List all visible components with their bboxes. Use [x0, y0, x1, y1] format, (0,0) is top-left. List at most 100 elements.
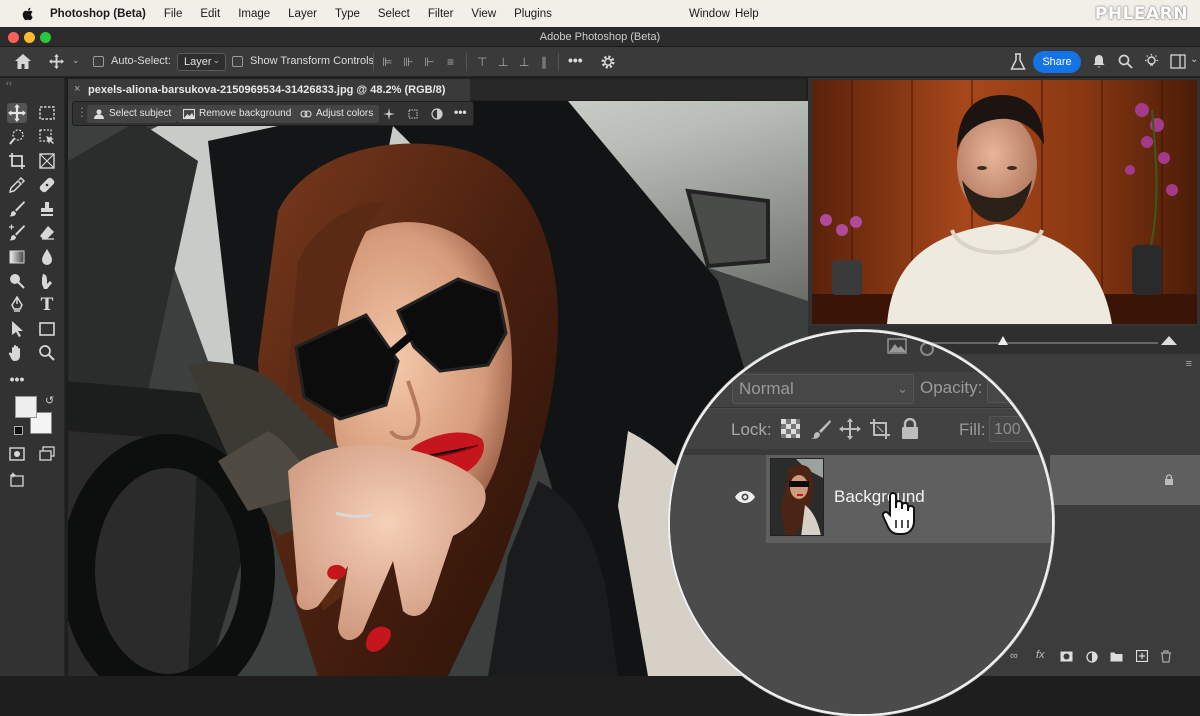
- image-icon: [183, 108, 195, 120]
- default-colors-icon[interactable]: [14, 426, 23, 435]
- close-tab-icon[interactable]: ×: [74, 83, 80, 95]
- workspace-icon[interactable]: [1170, 54, 1186, 69]
- rectangle-tool-icon[interactable]: [37, 319, 57, 339]
- distribute-horizontal-icon[interactable]: ≡: [447, 56, 459, 68]
- select-subject-button[interactable]: Select subject: [87, 105, 178, 123]
- collapse-panel-icon[interactable]: ‹‹: [6, 78, 12, 88]
- gear-icon[interactable]: [600, 54, 616, 70]
- path-selection-tool-icon[interactable]: [7, 319, 27, 339]
- healing-brush-tool-icon[interactable]: [37, 175, 57, 195]
- mask-icon[interactable]: [431, 108, 443, 120]
- trash-icon[interactable]: [1160, 650, 1172, 663]
- quick-selection-tool-icon[interactable]: [7, 127, 27, 147]
- workspace-chevron-icon[interactable]: ⌄: [1190, 54, 1198, 65]
- menu-plugins[interactable]: Plugins: [514, 8, 552, 20]
- hand-cursor-icon: [881, 492, 915, 535]
- blur-tool-icon[interactable]: [37, 247, 57, 267]
- menu-image[interactable]: Image: [238, 8, 270, 20]
- apple-icon[interactable]: [20, 6, 36, 22]
- lock-label: Lock:: [731, 420, 772, 439]
- lock-position-icon[interactable]: [839, 418, 861, 440]
- search-icon[interactable]: [1118, 54, 1133, 69]
- align-left-icon[interactable]: ⊫: [382, 56, 394, 68]
- new-layer-icon[interactable]: [1136, 650, 1148, 662]
- auto-select-checkbox[interactable]: [93, 56, 104, 67]
- menu-app-name[interactable]: Photoshop (Beta): [50, 8, 146, 20]
- menu-view[interactable]: View: [471, 8, 496, 20]
- adjust-colors-button[interactable]: Adjust colors: [294, 105, 380, 123]
- hand-tool-icon[interactable]: [7, 343, 27, 363]
- auto-select-dropdown[interactable]: Layer ⌄: [177, 53, 226, 71]
- home-icon[interactable]: [14, 53, 32, 70]
- menu-filter[interactable]: Filter: [428, 8, 454, 20]
- align-right-icon[interactable]: ⊩: [424, 56, 436, 68]
- panel-menu-icon[interactable]: ≡: [1186, 358, 1192, 370]
- menu-help[interactable]: Help: [735, 8, 759, 20]
- flask-icon[interactable]: [1010, 53, 1026, 71]
- menu-type[interactable]: Type: [335, 8, 360, 20]
- remove-background-button[interactable]: Remove background: [177, 105, 298, 123]
- folder-icon[interactable]: [1110, 651, 1123, 662]
- contextual-task-bar: ⋮ Select subject Remove background Adjus…: [72, 101, 474, 126]
- foreground-color-swatch-front[interactable]: [15, 396, 37, 418]
- swap-colors-icon[interactable]: ↺: [45, 394, 54, 407]
- transform-icon[interactable]: [407, 108, 419, 120]
- screen-mode-icon[interactable]: [37, 444, 57, 464]
- fill-input[interactable]: 100: [989, 416, 1049, 442]
- more-options-icon[interactable]: •••: [568, 52, 583, 68]
- lock-all-icon[interactable]: [901, 418, 919, 439]
- move-tool-icon[interactable]: [7, 103, 27, 123]
- menu-window[interactable]: Window: [689, 8, 730, 20]
- edit-toolbar-icon[interactable]: •••: [7, 369, 27, 389]
- lightbulb-icon[interactable]: [1143, 53, 1160, 70]
- options-bar: ⌄ Auto-Select: Layer ⌄ Show Transform Con…: [0, 47, 1200, 77]
- blend-mode-dropdown[interactable]: Normal ⌄: [732, 374, 914, 404]
- dodge-tool-icon[interactable]: [7, 271, 27, 291]
- eyedropper-tool-icon[interactable]: [7, 175, 27, 195]
- layer-row-extension[interactable]: [1050, 455, 1200, 505]
- zoom-in-image-icon[interactable]: [1160, 332, 1178, 346]
- document-tab[interactable]: × pexels-aliona-barsukova-2150969534-314…: [68, 79, 470, 101]
- generative-tool-icon[interactable]: [7, 470, 27, 490]
- more-options-icon[interactable]: •••: [454, 105, 467, 119]
- align-bottom-icon[interactable]: ⊥: [519, 56, 531, 68]
- brush-tool-icon[interactable]: [7, 199, 27, 219]
- distribute-vertical-icon[interactable]: ∥: [541, 56, 553, 68]
- crop-tool-icon[interactable]: [7, 151, 27, 171]
- divider: [466, 53, 467, 71]
- zoom-tool-icon[interactable]: [37, 343, 57, 363]
- history-brush-tool-icon[interactable]: [7, 223, 27, 243]
- lock-transparent-pixels-icon[interactable]: [781, 419, 800, 438]
- type-tool-icon[interactable]: T: [37, 295, 57, 315]
- menu-edit[interactable]: Edit: [200, 8, 220, 20]
- eraser-tool-icon[interactable]: [37, 223, 57, 243]
- smudge-tool-icon[interactable]: [37, 271, 57, 291]
- adjustment-layer-icon[interactable]: [1086, 651, 1098, 663]
- marquee-tool-icon[interactable]: [37, 103, 57, 123]
- share-button[interactable]: Share: [1033, 51, 1081, 73]
- pen-tool-icon[interactable]: [7, 295, 27, 315]
- object-selection-tool-icon[interactable]: [37, 127, 57, 147]
- lock-image-pixels-icon[interactable]: [810, 418, 832, 440]
- sparkle-icon[interactable]: [383, 108, 395, 120]
- menu-select[interactable]: Select: [378, 8, 410, 20]
- align-top-icon[interactable]: ⊤: [477, 56, 489, 68]
- add-mask-icon[interactable]: [1060, 651, 1073, 662]
- instructor-video-frame: [812, 80, 1197, 324]
- menu-layer[interactable]: Layer: [288, 8, 317, 20]
- frame-tool-icon[interactable]: [37, 151, 57, 171]
- menu-file[interactable]: File: [164, 8, 183, 20]
- auto-select-label: Auto-Select:: [111, 55, 171, 67]
- lock-artboard-icon[interactable]: [869, 418, 891, 440]
- align-middle-icon[interactable]: ⊥: [498, 56, 510, 68]
- bell-icon[interactable]: [1092, 54, 1106, 69]
- move-tool-icon[interactable]: [49, 54, 64, 69]
- show-transform-checkbox[interactable]: [232, 56, 243, 67]
- tool-preset-chevron-icon[interactable]: ⌄: [72, 55, 80, 66]
- gradient-tool-icon[interactable]: [7, 247, 27, 267]
- opacity-input[interactable]: •: [987, 377, 1047, 403]
- quick-mask-icon[interactable]: [7, 444, 27, 464]
- clone-stamp-tool-icon[interactable]: [37, 199, 57, 219]
- align-center-icon[interactable]: ⊪: [403, 56, 415, 68]
- visibility-eye-icon[interactable]: [734, 490, 756, 504]
